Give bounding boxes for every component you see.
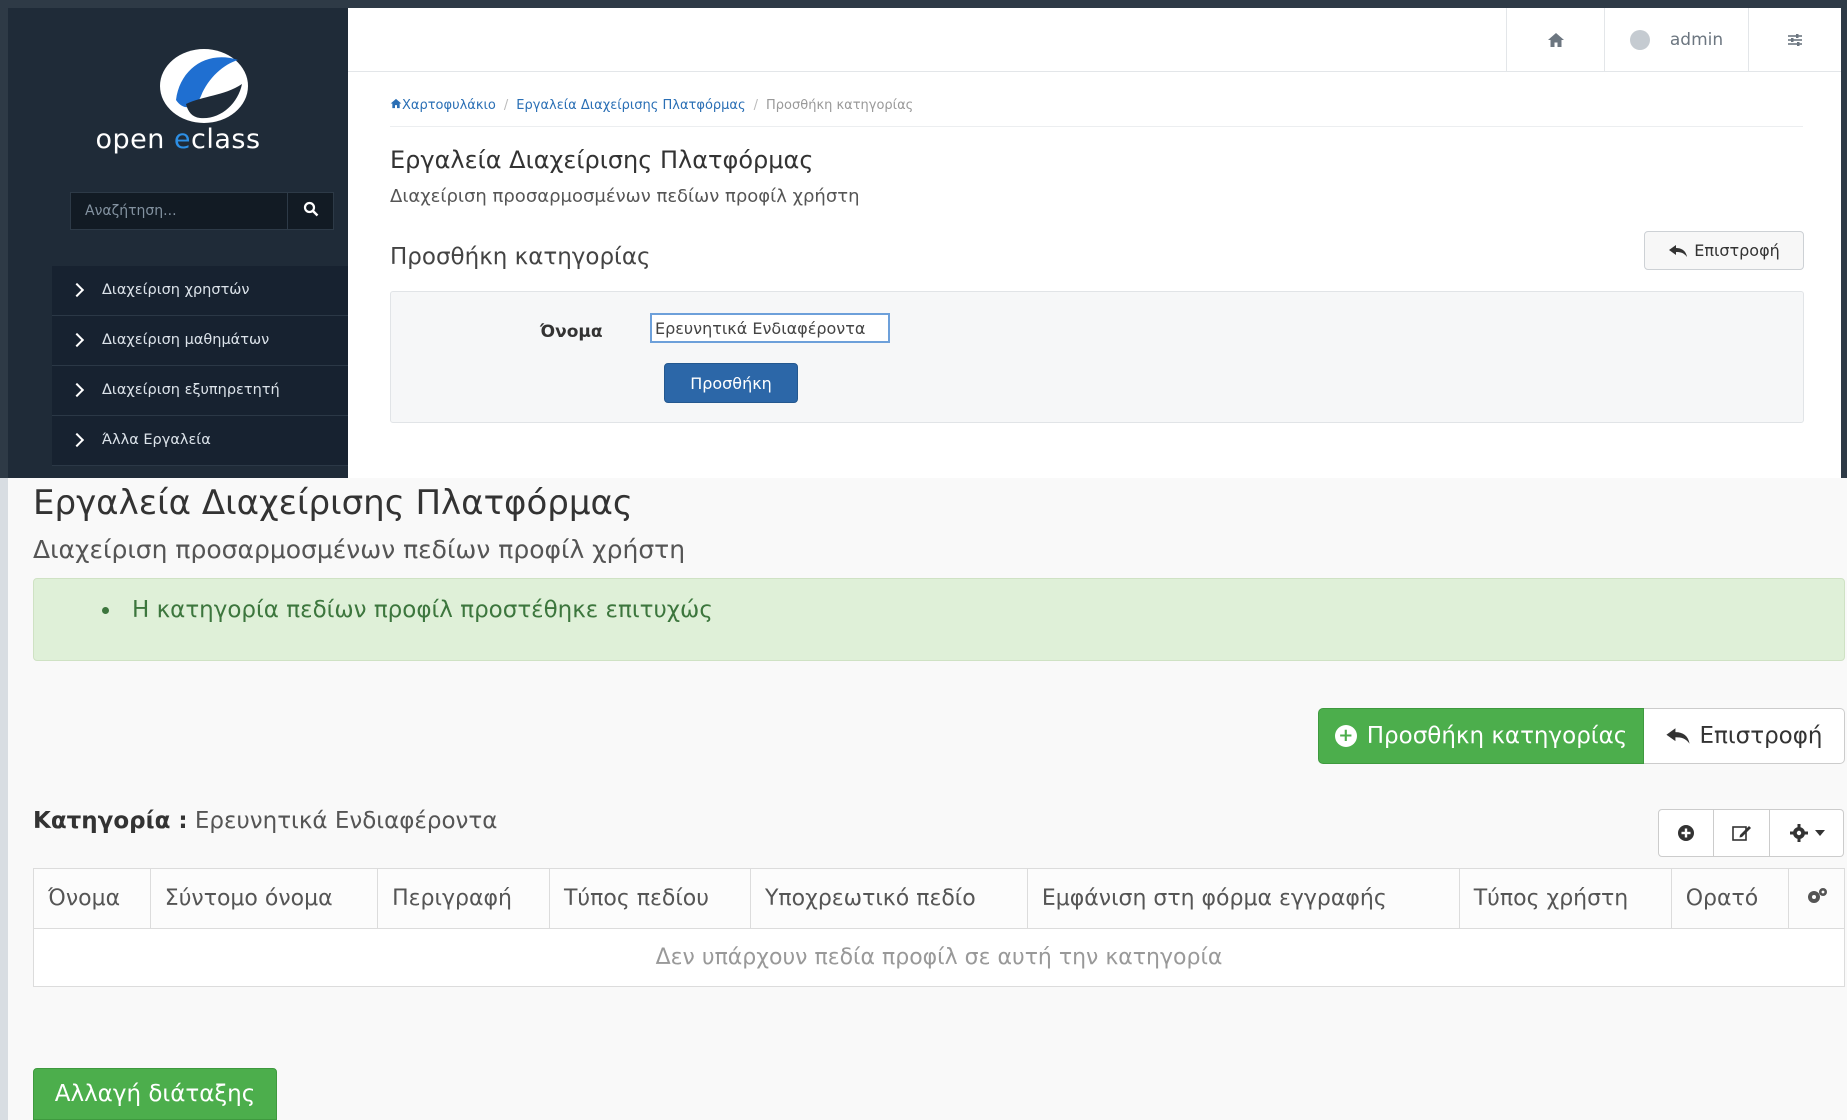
- user-name: admin: [1669, 30, 1724, 50]
- sliders-icon: [1788, 34, 1802, 46]
- sidebar-search-input[interactable]: Αναζήτηση...: [70, 192, 288, 230]
- breadcrumb-home[interactable]: Χαρτοφυλάκιο: [390, 98, 496, 113]
- gears-icon: [1807, 887, 1827, 903]
- sidebar-item-courses[interactable]: Διαχείριση μαθημάτων: [52, 316, 348, 366]
- reorder-button[interactable]: Αλλαγή διάταξης: [33, 1068, 277, 1120]
- chevron-right-icon: [69, 332, 85, 348]
- column-header: Τύπος πεδίου: [548, 868, 751, 929]
- profile-fields-table: Όνομα Σύντομο όνομα Περιγραφή Τύπος πεδί…: [33, 868, 1845, 987]
- add-category-form: [390, 291, 1804, 423]
- plus-circle-icon: +: [1334, 725, 1357, 747]
- page-subtitle: Διαχείριση προσαρμοσμένων πεδίων προφίλ …: [33, 535, 686, 564]
- search-button[interactable]: [288, 192, 334, 230]
- page-title: Εργαλεία Διαχείρισης Πλατφόρμας: [33, 483, 633, 523]
- column-header: Όνομα: [33, 868, 151, 929]
- back-button[interactable]: Επιστροφή: [1644, 231, 1804, 270]
- column-header-actions: [1788, 868, 1845, 929]
- home-icon: [1547, 33, 1564, 47]
- success-alert: Η κατηγορία πεδίων προφίλ προστέθηκε επι…: [33, 578, 1845, 661]
- add-category-screen: open eclass Αναζήτηση... Διαχείριση χρησ…: [0, 0, 1847, 478]
- category-name: Κατηγορία : Ερευνητικά Ενδιαφέροντα: [33, 808, 498, 834]
- home-button[interactable]: [1506, 8, 1604, 72]
- category-actions: [1658, 809, 1844, 857]
- add-field-button[interactable]: [1658, 809, 1714, 857]
- add-category-button[interactable]: + Προσθήκη κατηγορίας: [1318, 708, 1644, 764]
- sidebar-item-users[interactable]: Διαχείριση χρηστών: [52, 266, 348, 316]
- form-heading: Προσθήκη κατηγορίας: [390, 244, 651, 270]
- reply-arrow-icon: [1666, 728, 1691, 744]
- plus-circle-icon: [1678, 825, 1694, 841]
- bullet-icon: [102, 607, 109, 614]
- submit-add-button[interactable]: Προσθήκη: [664, 363, 798, 403]
- column-header: Περιγραφή: [377, 868, 550, 929]
- settings-toggle-button[interactable]: [1748, 8, 1841, 72]
- search-icon: [303, 201, 318, 217]
- chevron-right-icon: [69, 432, 85, 448]
- edit-icon: [1731, 826, 1751, 841]
- sidebar: open eclass Αναζήτηση... Διαχείριση χρησ…: [8, 8, 348, 478]
- caret-down-icon: [1814, 830, 1825, 836]
- category-name-input[interactable]: [650, 313, 890, 343]
- home-icon: [390, 98, 402, 109]
- page-title: Εργαλεία Διαχείρισης Πλατφόρμας: [390, 146, 814, 174]
- reply-arrow-icon: [1669, 244, 1688, 257]
- column-header: Σύντομο όνομα: [149, 868, 379, 929]
- back-button[interactable]: Επιστροφή: [1644, 708, 1845, 764]
- name-label: Όνομα: [540, 322, 603, 342]
- breadcrumb-current: Προσθήκη κατηγορίας: [766, 98, 914, 113]
- settings-dropdown-button[interactable]: [1770, 809, 1844, 857]
- user-avatar-icon: [1629, 30, 1650, 50]
- column-header: Εμφάνιση στη φόρμα εγγραφής: [1026, 868, 1460, 929]
- table-row: Δεν υπάρχουν πεδία προφίλ σε αυτή την κα…: [33, 928, 1845, 987]
- chevron-right-icon: [69, 282, 85, 298]
- column-header: Τύπος χρήστη: [1458, 868, 1672, 929]
- column-header: Υποχρεωτικό πεδίο: [749, 868, 1028, 929]
- category-result-screen: Εργαλεία Διαχείρισης Πλατφόρμας Διαχείρι…: [0, 478, 1847, 1120]
- top-navbar: admin: [348, 8, 1841, 72]
- success-message: Η κατηγορία πεδίων προφίλ προστέθηκε επι…: [132, 597, 713, 623]
- gear-icon: [1789, 824, 1808, 842]
- logo-wordmark: open eclass: [95, 124, 261, 155]
- empty-table-message: Δεν υπάρχουν πεδία προφίλ σε αυτή την κα…: [33, 928, 1845, 987]
- sidebar-nav: Διαχείριση χρηστών Διαχείριση μαθημάτων …: [52, 266, 348, 466]
- table-header-row: Όνομα Σύντομο όνομα Περιγραφή Τύπος πεδί…: [33, 868, 1845, 929]
- eclass-logo-icon: [160, 49, 248, 123]
- page-subtitle: Διαχείριση προσαρμοσμένων πεδίων προφίλ …: [390, 186, 860, 207]
- user-menu[interactable]: admin: [1604, 8, 1748, 72]
- sidebar-item-server[interactable]: Διαχείριση εξυπηρετητή: [52, 366, 348, 416]
- chevron-right-icon: [69, 382, 85, 398]
- column-header: Ορατό: [1670, 868, 1790, 929]
- breadcrumb-tools[interactable]: Εργαλεία Διαχείρισης Πλατφόρμας: [516, 98, 745, 113]
- divider: [390, 126, 1803, 127]
- edit-category-button[interactable]: [1714, 809, 1770, 857]
- sidebar-item-other-tools[interactable]: Άλλα Εργαλεία: [52, 416, 348, 466]
- breadcrumb: Χαρτοφυλάκιο / Εργαλεία Διαχείρισης Πλατφό…: [390, 98, 913, 113]
